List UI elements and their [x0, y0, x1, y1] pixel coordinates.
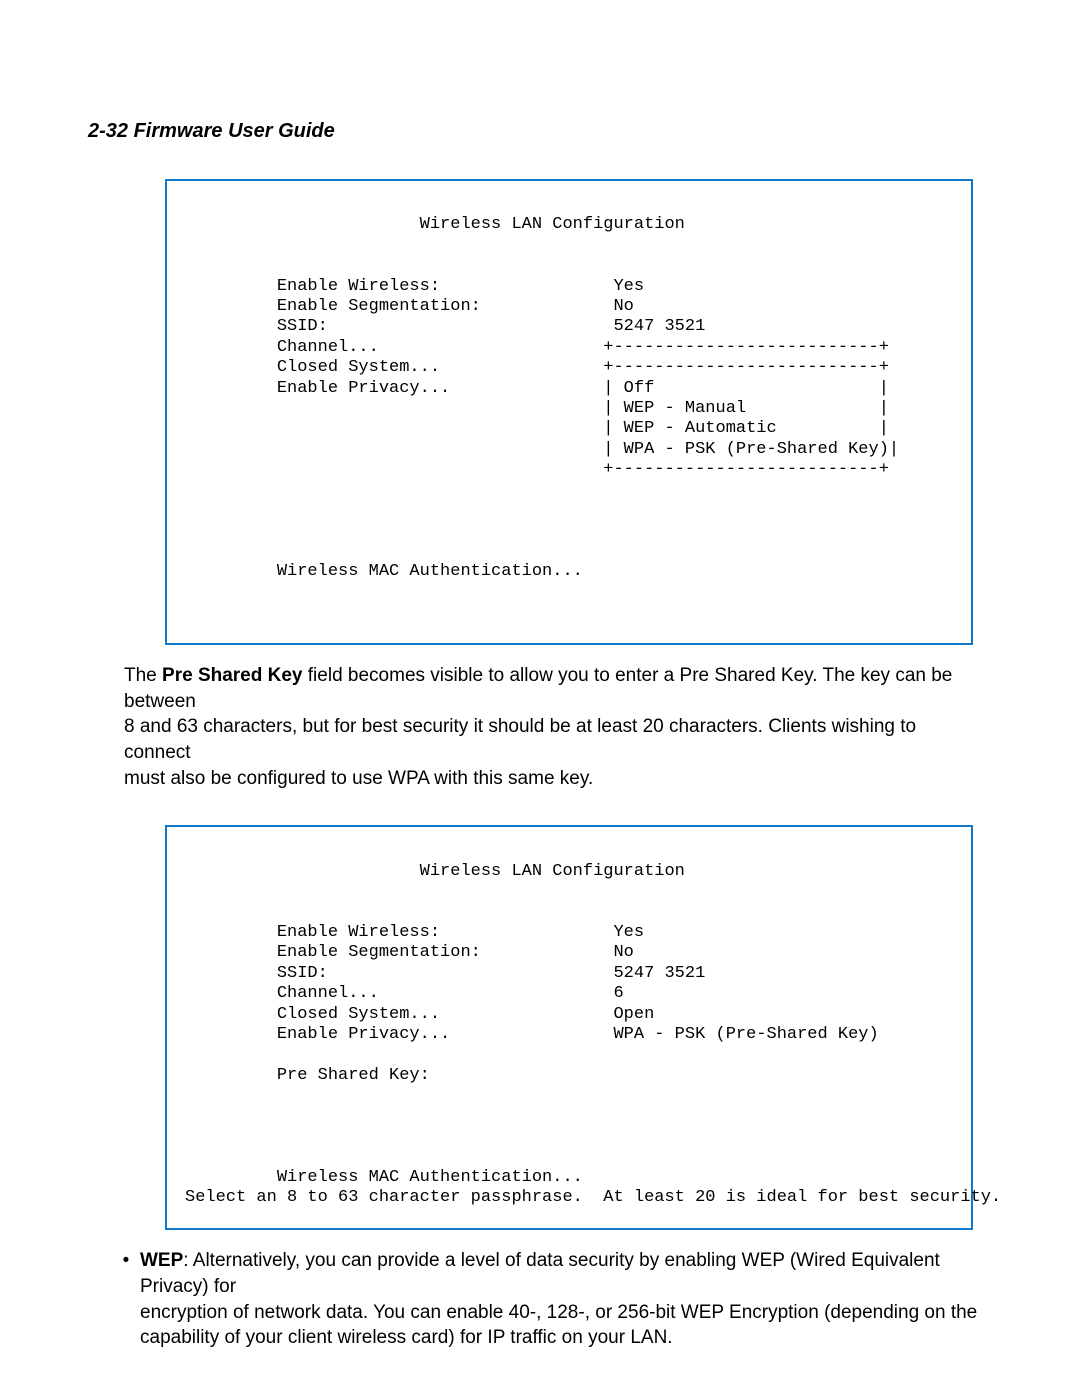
page-header: 2-32 Firmware User Guide: [88, 118, 980, 145]
terminal-title: Wireless LAN Configuration: [185, 862, 685, 881]
bullet-dot-icon: •: [112, 1248, 140, 1351]
terminal-wlan-config-privacy-menu: Wireless LAN Configuration Enable Wirele…: [165, 179, 973, 645]
row-ssid: SSID: 5247 3521: [185, 964, 705, 983]
row-closed-system: Closed System... Open: [185, 1005, 654, 1024]
row-enable-wireless: Enable Wireless: Yes: [185, 277, 644, 296]
row-wireless-mac-auth: Wireless MAC Authentication...: [185, 562, 583, 581]
text-bold-psk: Pre Shared Key: [162, 665, 302, 686]
row-closed-system: Closed System... +----------------------…: [185, 358, 889, 377]
row-privacy-off: Enable Privacy... | Off |: [185, 379, 889, 398]
text-rest2: 8 and 63 characters, but for best securi…: [124, 716, 916, 763]
bullet-wep-text: WEP: Alternatively, you can provide a le…: [140, 1248, 980, 1351]
row-enable-segmentation: Enable Segmentation: No: [185, 297, 634, 316]
row-channel: Channel... +--------------------------+: [185, 338, 889, 357]
bullet-wep: • WEP: Alternatively, you can provide a …: [112, 1248, 980, 1351]
row-privacy-wep-manual: | WEP - Manual |: [185, 399, 889, 418]
row-enable-wireless: Enable Wireless: Yes: [185, 923, 644, 942]
row-ssid: SSID: 5247 3521: [185, 317, 705, 336]
row-privacy-wpa-psk: | WPA - PSK (Pre-Shared Key)|: [185, 440, 899, 459]
row-privacy-wep-auto: | WEP - Automatic |: [185, 419, 889, 438]
text-lead: The: [124, 665, 162, 686]
paragraph-pre-shared-key: The Pre Shared Key field becomes visible…: [124, 663, 980, 791]
row-pre-shared-key: Pre Shared Key:: [185, 1066, 430, 1085]
row-privacy-box-bottom: +--------------------------+: [185, 460, 889, 479]
text-bold-wep: WEP: [140, 1250, 183, 1271]
page: 2-32 Firmware User Guide Wireless LAN Co…: [0, 0, 1080, 1397]
row-channel: Channel... 6: [185, 984, 624, 1003]
status-line: Select an 8 to 63 character passphrase. …: [185, 1188, 1001, 1207]
row-enable-privacy: Enable Privacy... WPA - PSK (Pre-Shared …: [185, 1025, 879, 1044]
row-wireless-mac-auth: Wireless MAC Authentication...: [185, 1168, 583, 1187]
text-rest3: capability of your client wireless card)…: [140, 1327, 673, 1348]
text-rest1: : Alternatively, you can provide a level…: [140, 1250, 940, 1297]
terminal-wlan-config-psk: Wireless LAN Configuration Enable Wirele…: [165, 825, 973, 1230]
text-rest3: must also be configured to use WPA with …: [124, 768, 593, 789]
row-enable-segmentation: Enable Segmentation: No: [185, 943, 634, 962]
text-rest2: encryption of network data. You can enab…: [140, 1302, 977, 1323]
terminal-title: Wireless LAN Configuration: [185, 215, 685, 234]
